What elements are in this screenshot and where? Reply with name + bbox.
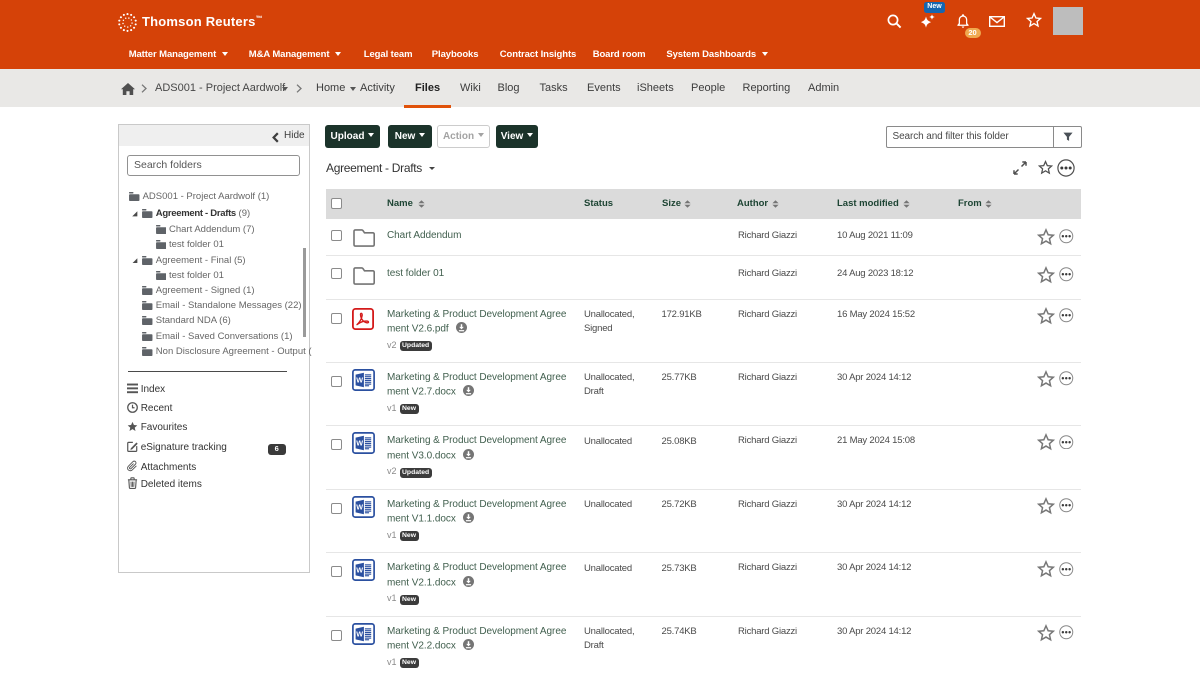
svg-text:W: W [356,375,363,384]
svg-text:W: W [356,566,363,575]
svg-text:W: W [356,439,363,448]
svg-text:W: W [356,502,363,511]
svg-text:W: W [356,629,363,638]
